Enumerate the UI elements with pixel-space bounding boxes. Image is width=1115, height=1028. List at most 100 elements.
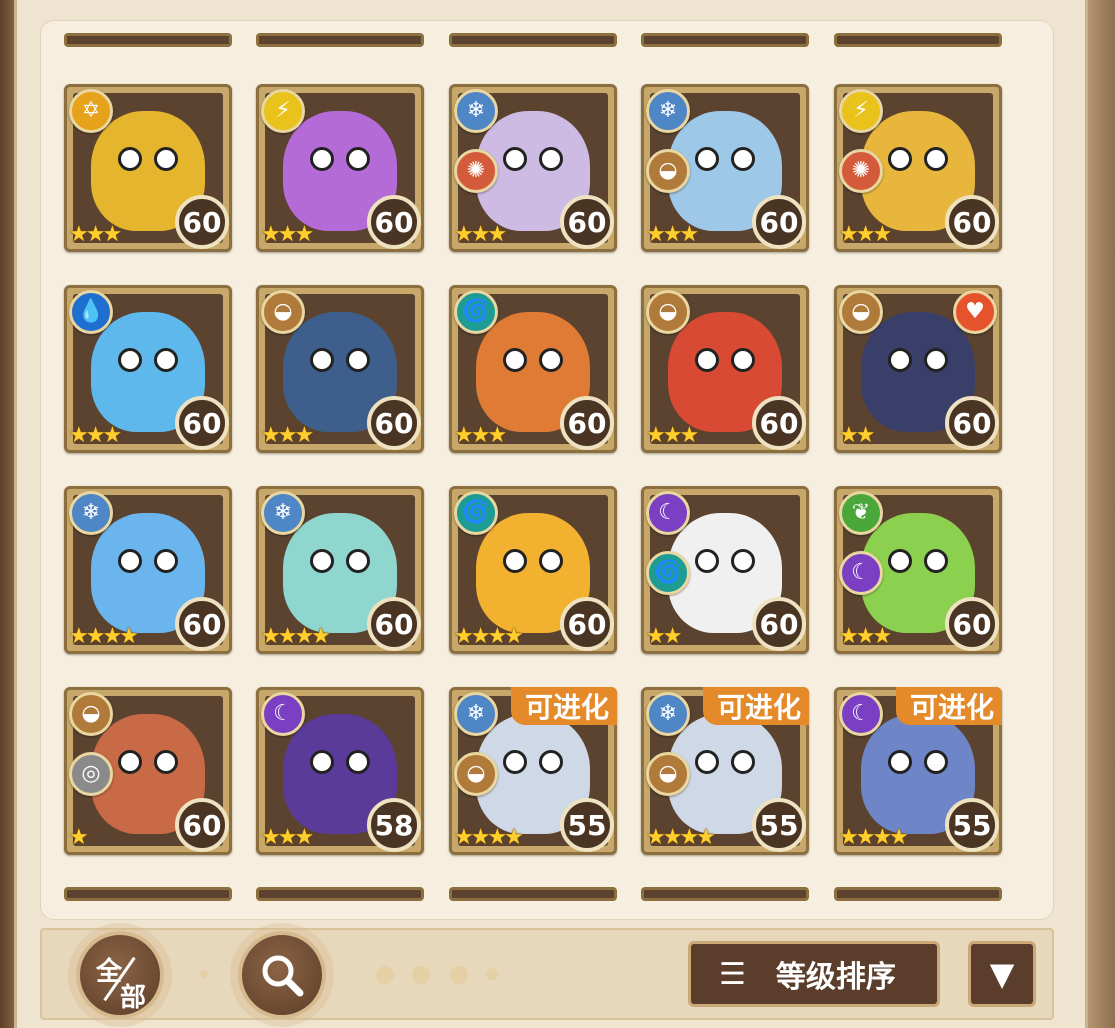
star-rating: ★★: [839, 423, 875, 448]
can-evolve-tag: 可进化: [510, 687, 617, 725]
monster-card[interactable]: ❄ ✺ ★★★ 60: [449, 84, 617, 252]
fire-element-icon: ✺: [839, 149, 883, 193]
monster-card[interactable]: ❄ ◒ ★★★★ 55 可进化: [449, 687, 617, 855]
monster-card[interactable]: ❄ ★★★★ 60: [256, 486, 424, 654]
monster-card[interactable]: ✡ ★★★ 60: [64, 84, 232, 252]
partial-monster-card[interactable]: [64, 887, 232, 901]
monster-eye: [118, 549, 142, 573]
monster-eye: [118, 750, 142, 774]
partial-monster-card[interactable]: [64, 33, 232, 47]
monster-card[interactable]: ☾ 🌀 ★★ 60: [641, 486, 809, 654]
partial-monster-card[interactable]: [256, 887, 424, 901]
level-badge: 60: [945, 396, 999, 450]
earth-element-icon: ◒: [69, 692, 113, 736]
monster-eye: [695, 549, 719, 573]
ice-element-icon: ❄: [454, 89, 498, 133]
monster-card[interactable]: ❄ ◒ ★★★ 60: [641, 84, 809, 252]
search-icon: [262, 955, 304, 997]
monster-eye: [346, 348, 370, 372]
monster-eye: [503, 348, 527, 372]
monster-eye: [731, 348, 755, 372]
monster-card[interactable]: ◒ ★★★ 60: [256, 285, 424, 453]
sort-label: 等级排序: [775, 960, 896, 995]
can-evolve-tag: 可进化: [702, 687, 809, 725]
background-right: [1085, 0, 1115, 1028]
partial-monster-card[interactable]: [449, 33, 617, 47]
star-rating: ★★★: [646, 423, 699, 448]
monster-eye: [731, 549, 755, 573]
monster-card[interactable]: ⚡ ✺ ★★★ 60: [834, 84, 1002, 252]
monster-card[interactable]: ⚡ ★★★ 60: [256, 84, 424, 252]
monster-eye: [731, 147, 755, 171]
star-rating: ★★★★: [454, 825, 524, 850]
normal-element-icon: ◎: [69, 752, 113, 796]
monster-card[interactable]: ❄ ◒ ★★★★ 55 可进化: [641, 687, 809, 855]
electric-element-icon: ⚡: [839, 89, 883, 133]
star-rating: ★★★: [69, 222, 122, 247]
monster-card[interactable]: ☾ ★★★ 58: [256, 687, 424, 855]
search-button[interactable]: [238, 931, 326, 1019]
monster-eye: [888, 750, 912, 774]
level-badge: 60: [175, 396, 229, 450]
monster-eye: [310, 750, 334, 774]
level-badge: 60: [752, 597, 806, 651]
level-badge: 60: [560, 597, 614, 651]
star-rating: ★★★: [646, 222, 699, 247]
monster-grid[interactable]: ✡ ★★★ 60 ⚡ ★★★ 60 ❄ ✺ ★★★ 60 ❄ ◒ ★★★ 60 ⚡ ✺ ★★★ 60 💧 ★★★ 60 ◒…: [40, 20, 1054, 920]
monster-eye: [346, 147, 370, 171]
monster-eye: [154, 549, 178, 573]
level-badge: 60: [752, 195, 806, 249]
earth-element-icon: ◒: [454, 752, 498, 796]
star-rating: ★★★: [69, 423, 122, 448]
level-badge: 60: [367, 396, 421, 450]
sort-by-level-button[interactable]: ☰ 等级排序: [688, 941, 940, 1007]
star-rating: ★★★: [839, 624, 892, 649]
wind-element-icon: 🌀: [454, 491, 498, 535]
star-rating: ★★★: [261, 222, 314, 247]
monster-card[interactable]: ◒ ◎ ★ 60: [64, 687, 232, 855]
level-badge: 60: [945, 195, 999, 249]
decor-dot: [486, 968, 498, 980]
star-rating: ★★★★: [646, 825, 716, 850]
monster-eye: [118, 348, 142, 372]
monster-eye: [888, 549, 912, 573]
monster-eye: [539, 549, 563, 573]
can-evolve-tag: 可进化: [895, 687, 1002, 725]
monster-eye: [924, 750, 948, 774]
ice-element-icon: ❄: [69, 491, 113, 535]
star-rating: ★★★★: [69, 624, 139, 649]
monster-card[interactable]: 🌀 ★★★★ 60: [449, 486, 617, 654]
level-badge: 60: [560, 396, 614, 450]
monster-card[interactable]: ◒ ★★★ 60: [641, 285, 809, 453]
ice-element-icon: ❄: [646, 89, 690, 133]
monster-card[interactable]: 🌀 ★★★ 60: [449, 285, 617, 453]
menu-icon: ☰: [719, 956, 746, 992]
star-rating: ★★★: [261, 423, 314, 448]
monster-card[interactable]: 💧 ★★★ 60: [64, 285, 232, 453]
monster-eye: [888, 348, 912, 372]
partial-monster-card[interactable]: [834, 887, 1002, 901]
monster-card[interactable]: ❄ ★★★★ 60: [64, 486, 232, 654]
partial-monster-card[interactable]: [256, 33, 424, 47]
electric-element-icon: ⚡: [261, 89, 305, 133]
partial-monster-card[interactable]: [641, 33, 809, 47]
monster-card[interactable]: ◒ ♥ ★★ 60: [834, 285, 1002, 453]
monster-card[interactable]: ❦ ☾ ★★★ 60: [834, 486, 1002, 654]
monster-card[interactable]: ☾ ★★★★ 55 可进化: [834, 687, 1002, 855]
partial-monster-card[interactable]: [834, 33, 1002, 47]
monster-eye: [924, 549, 948, 573]
level-badge: 60: [175, 597, 229, 651]
level-badge: 60: [752, 396, 806, 450]
ice-element-icon: ❄: [454, 692, 498, 736]
star-rating: ★★★: [261, 825, 314, 850]
monster-eye: [310, 348, 334, 372]
decor-dot: [412, 966, 430, 984]
sort-dropdown-button[interactable]: ▼: [968, 941, 1036, 1007]
partial-monster-card[interactable]: [641, 887, 809, 901]
level-badge: 60: [367, 195, 421, 249]
partial-monster-card[interactable]: [449, 887, 617, 901]
filter-all-button[interactable]: 全 部: [76, 931, 164, 1019]
monster-eye: [154, 147, 178, 171]
heart-element-icon: ♥: [953, 290, 997, 334]
earth-element-icon: ◒: [261, 290, 305, 334]
